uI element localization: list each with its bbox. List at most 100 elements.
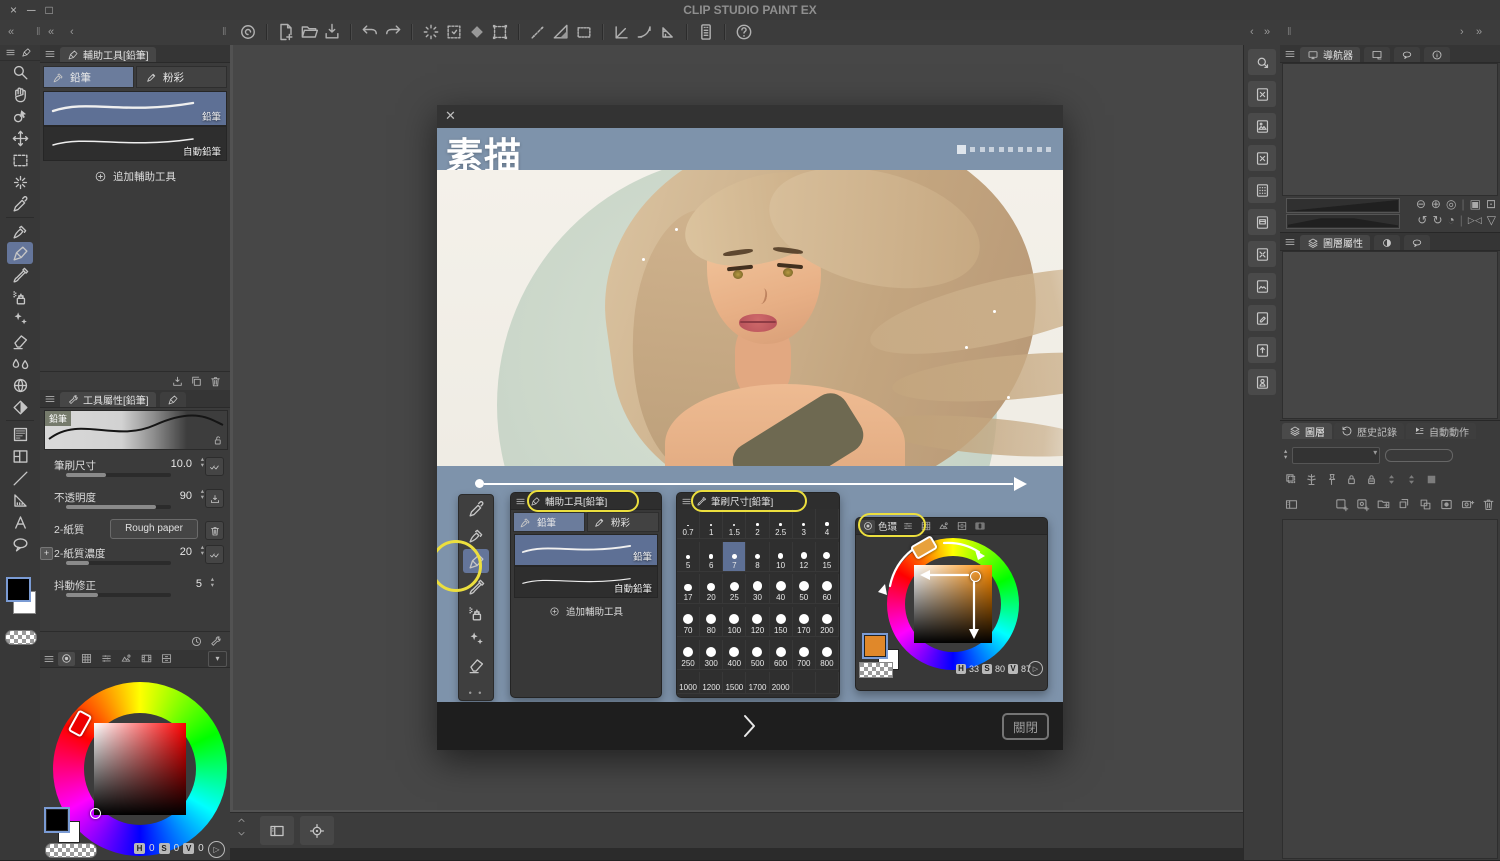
opacity-slider[interactable]: 不透明度 90 ▴▾ <box>48 490 224 520</box>
brush-size-120[interactable]: 120 <box>746 607 769 637</box>
collapse-toolbar-icon[interactable]: « <box>8 20 14 45</box>
reset-rotation-icon[interactable]: ◔ <box>1448 213 1455 227</box>
panel-grip-2[interactable]: ‖ <box>222 20 227 45</box>
brush-size-20[interactable]: 20 <box>700 574 723 604</box>
ruler-curve-icon[interactable] <box>635 22 655 42</box>
tool-selection[interactable] <box>7 149 33 171</box>
dialog-tab-approximate[interactable] <box>936 520 951 533</box>
main-color-swatch[interactable] <box>46 809 68 831</box>
zoom-in-icon[interactable]: ⊕ <box>1431 197 1441 211</box>
new-layer-settings-icon[interactable] <box>1355 497 1370 512</box>
brush-size-800[interactable]: 800 <box>816 640 839 670</box>
main-color-swatch[interactable] <box>6 577 31 602</box>
brush-size-15[interactable]: 15 <box>816 542 839 572</box>
delete-layer-icon[interactable] <box>1481 497 1496 512</box>
brush-size-40[interactable]: 40 <box>770 574 793 604</box>
tool-hand[interactable] <box>7 83 33 105</box>
dialog-tool-eyedropper[interactable] <box>463 497 489 521</box>
brush-size-200[interactable]: 200 <box>816 607 839 637</box>
ruler-angle-icon[interactable] <box>612 22 632 42</box>
brush-detail-tab[interactable] <box>160 392 186 407</box>
brush-size-3[interactable]: 3 <box>793 509 816 539</box>
tool-airbrush[interactable] <box>7 286 33 308</box>
dialog-add-subtool-button[interactable]: 追加輔助工具 <box>511 598 661 624</box>
tool-decoration[interactable] <box>7 308 33 330</box>
next-page-button[interactable] <box>740 713 760 739</box>
transform-selection-icon[interactable] <box>490 22 510 42</box>
stabilization-slider[interactable]: 抖動修正 5 ▴▾ <box>48 578 224 608</box>
add-subtool-button[interactable]: 追加輔助工具 <box>40 161 230 191</box>
tool-balloon[interactable] <box>7 533 33 555</box>
brush-size-1700[interactable]: 1700 <box>746 672 769 694</box>
expand-far-right-icon[interactable]: » <box>1476 20 1482 45</box>
reset-defaults-icon[interactable] <box>190 635 203 648</box>
brush-size-300[interactable]: 300 <box>700 640 723 670</box>
lock-icon[interactable] <box>211 434 224 447</box>
tool-figure[interactable] <box>7 423 33 445</box>
tab-overflow-button[interactable]: ▾ <box>208 651 227 667</box>
layer-opacity-slider[interactable] <box>1385 449 1453 462</box>
tab-layer[interactable]: 圖層 <box>1282 423 1332 439</box>
brush-size-700[interactable]: 700 <box>793 640 816 670</box>
spinner-icon[interactable]: ▴▾ <box>201 489 204 501</box>
new-raster-layer-icon[interactable] <box>1334 497 1349 512</box>
dialog-sv-marker[interactable] <box>970 571 981 582</box>
effect-tab[interactable] <box>1374 235 1400 250</box>
transparent-color-swatch[interactable] <box>5 630 37 645</box>
material-file-upload-button[interactable] <box>1248 337 1276 363</box>
panel-grip-3[interactable]: ‖ <box>1287 20 1292 45</box>
tool-frame-border[interactable] <box>7 445 33 467</box>
dialog-subtool-tab-pencil[interactable]: 鉛筆 <box>513 512 585 532</box>
zoom-out-icon[interactable]: ⊖ <box>1416 197 1426 211</box>
subtool-item-auto-pencil[interactable]: 自動鉛筆 <box>43 126 227 161</box>
brush-size-1500[interactable]: 1500 <box>723 672 746 694</box>
tool-zoom[interactable] <box>7 61 33 83</box>
panel-grip[interactable]: ‖ <box>36 20 41 45</box>
dialog-tab-mixing[interactable] <box>972 520 987 533</box>
dialog-main-color-swatch[interactable] <box>864 635 886 657</box>
snap-triangle-icon[interactable] <box>551 22 571 42</box>
open-file-icon[interactable] <box>299 22 319 42</box>
tab-color-slider[interactable] <box>98 652 115 666</box>
subtool-panel-tab[interactable]: 輔助工具[鉛筆] <box>60 47 156 62</box>
color-chip-icon[interactable] <box>1424 472 1439 487</box>
brush-size-1200[interactable]: 1200 <box>700 672 723 694</box>
brush-size-30[interactable]: 30 <box>746 574 769 604</box>
navigator-menu-icon[interactable] <box>1284 48 1296 60</box>
redo-icon[interactable] <box>383 22 403 42</box>
invert-selection-icon[interactable] <box>467 22 487 42</box>
brush-size-400[interactable]: 400 <box>723 640 746 670</box>
brush-size-1000[interactable]: 1000 <box>677 672 700 694</box>
material-file-halftone-button[interactable] <box>1248 177 1276 203</box>
balloon-tab[interactable] <box>1404 235 1430 250</box>
dialog-transparent-swatch[interactable] <box>859 662 893 678</box>
tool-auto-select[interactable] <box>7 171 33 193</box>
brush-size-slider[interactable]: 筆刷尺寸 10.0 ▴▾ <box>48 458 224 488</box>
opacity-dynamics-button[interactable] <box>205 489 224 508</box>
dialog-tab-intermediate[interactable] <box>954 520 969 533</box>
dialog-subtool-tab-pastel[interactable]: 粉彩 <box>587 512 659 532</box>
import-subtool-icon[interactable] <box>171 375 184 388</box>
collapse-far-right-icon[interactable]: › <box>1460 20 1464 45</box>
material-nav-search-button[interactable] <box>1248 49 1276 75</box>
layerprop-menu-icon[interactable] <box>1284 236 1296 248</box>
material-file-person-button[interactable] <box>1248 369 1276 395</box>
brush-size-60[interactable]: 60 <box>816 574 839 604</box>
material-file-image-button[interactable] <box>1248 113 1276 139</box>
subtool-item-pencil[interactable]: 鉛筆 <box>43 91 227 126</box>
zoom-reset-icon[interactable]: ◎ <box>1446 197 1456 211</box>
tool-gradient[interactable] <box>7 396 33 418</box>
brush-size-25[interactable]: 25 <box>723 574 746 604</box>
rotate-slider[interactable] <box>1286 214 1400 229</box>
merge-down-icon[interactable] <box>1418 497 1433 512</box>
clip-to-layer-icon[interactable] <box>1284 472 1299 487</box>
fit-to-window-icon[interactable]: ▣ <box>1470 197 1481 211</box>
tab-color-wheel[interactable] <box>58 652 75 666</box>
tool-eraser[interactable] <box>7 330 33 352</box>
fit-to-screen-icon[interactable]: ⊡ <box>1486 197 1496 211</box>
reset-display-icon[interactable]: ▽ <box>1487 213 1496 227</box>
layer-list[interactable] <box>1282 519 1498 859</box>
collapse-property-icon[interactable]: ‹ <box>70 20 74 45</box>
brush-size-6[interactable]: 6 <box>700 542 723 572</box>
spinner-icon[interactable] <box>1384 472 1399 487</box>
